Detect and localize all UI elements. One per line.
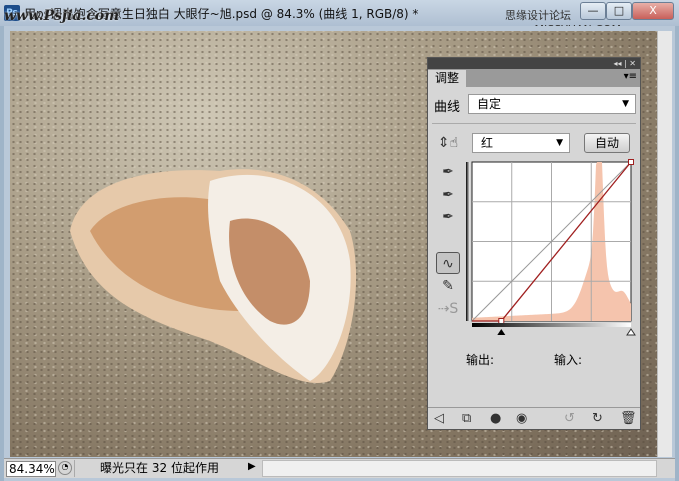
status-menu-arrow-icon[interactable]: ▶ [248,461,256,472]
channel-value: 红 [481,136,494,150]
black-point-slider [497,329,506,335]
divider [432,123,636,124]
minimize-button[interactable]: — [580,2,606,20]
horizontal-scrollbar[interactable] [262,460,657,477]
curve-point [628,159,634,165]
targeted-adjust-hand-icon[interactable]: ⇕☝ [436,132,460,154]
panel-footer: ◁ ⧉ ● ◉ ↺ ↻ 🗑 [428,407,640,429]
output-label: 输出: [466,353,495,367]
eye-icon[interactable]: ◉ [516,411,527,426]
white-point-slider [626,328,636,336]
input-gradient-bar [472,323,631,327]
panel-tab-bar: 调整 ▾≡ [428,69,640,87]
input-label: 输入: [554,353,583,367]
zoom-field[interactable]: 84.34% [6,461,56,477]
curves-graph[interactable] [466,158,636,338]
channel-select[interactable]: 红 ▼ [472,133,570,153]
clip-layer-icon[interactable]: ⧉ [462,411,471,426]
watermark-left: www.Psjia.com [4,8,120,24]
close-button[interactable]: X [632,2,674,20]
gray-eyedropper-icon[interactable]: ✒ [436,184,460,206]
status-message: 曝光只在 32 位起作用 [74,460,244,477]
layer-visibility-mask-icon[interactable]: ● [490,411,501,426]
auto-button[interactable]: 自动 [584,133,630,153]
pencil-icon[interactable]: ✎ [436,275,460,297]
reset-previous-icon[interactable]: ↺ [564,411,575,426]
preset-select[interactable]: 自定 ▼ [468,94,636,114]
status-bar: 84.34% ◔ 曝光只在 32 位起作用 ▶ [4,458,675,478]
adjustments-panel: ◂◂ | ✕ 调整 ▾≡ 曲线 自定 ▼ ⇕☝ 红 ▼ 自动 ✒ ✒ ✒ ∿ ✎ ⇢… [427,57,641,430]
smooth-curve-icon[interactable]: ⇢S [436,298,460,320]
white-eyedropper-icon[interactable]: ✒ [436,206,460,228]
trash-icon[interactable]: 🗑 [620,411,637,426]
output-gradient-bar [466,162,470,321]
chevron-down-icon: ▼ [622,99,629,109]
curve-point [498,318,505,324]
preset-label: 曲线 [434,100,461,115]
reset-icon[interactable]: ↻ [592,411,603,426]
status-info-icon[interactable]: ◔ [58,461,72,475]
chevron-down-icon: ▼ [556,138,563,148]
title-bar: Ps 用ps调出饱含写意生日独白 大眼仔~旭.psd @ 84.3% (曲线 1… [0,0,679,36]
panel-collapse-close[interactable]: ◂◂ | ✕ [428,58,640,69]
curve-edit-icon[interactable]: ∿ [436,252,460,274]
back-arrow-icon[interactable]: ◁ [434,411,444,426]
maximize-button[interactable]: □ [606,2,632,20]
tab-adjustments[interactable]: 调整 [428,70,466,87]
vertical-scrollbar[interactable] [657,31,672,457]
panel-menu-icon[interactable]: ▾≡ [624,71,637,82]
preset-value: 自定 [477,97,502,111]
black-eyedropper-icon[interactable]: ✒ [436,161,460,183]
